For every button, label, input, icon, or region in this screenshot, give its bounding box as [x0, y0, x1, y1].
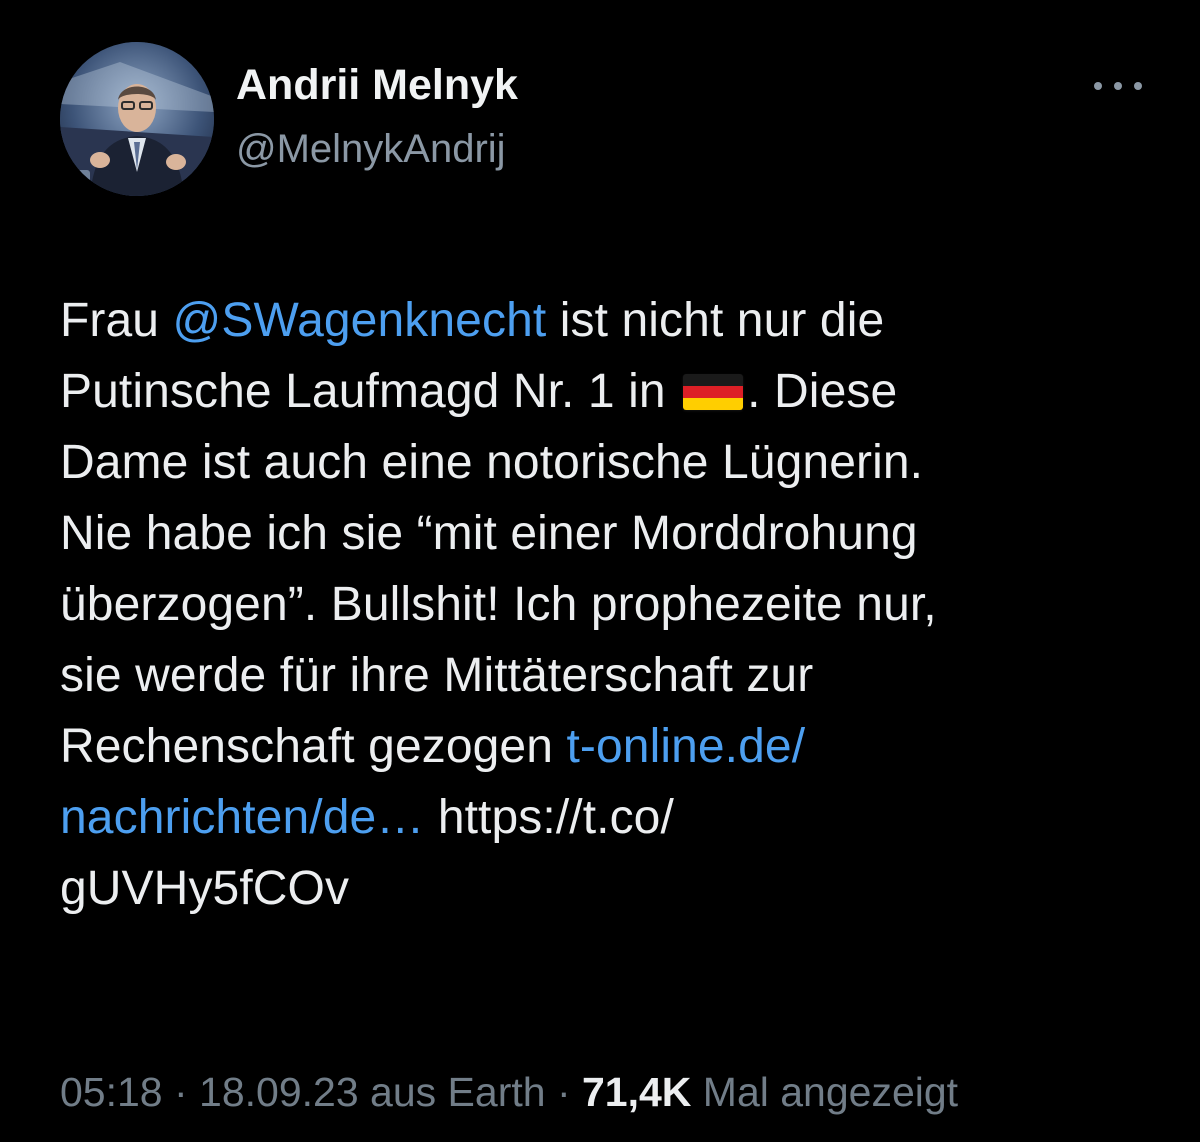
- tweet-text-segment: Frau: [60, 294, 173, 347]
- more-dot: [1114, 82, 1122, 90]
- tweet-text-segment: Rechenschaft gezogen: [60, 720, 567, 773]
- author-handle[interactable]: @MelnykAndrij: [236, 126, 506, 172]
- tweet-line-5: überzogen”. Bullshit! Ich prophezeite nu…: [60, 578, 937, 631]
- avatar[interactable]: [60, 42, 214, 196]
- tweet-line-2: Putinsche Laufmagd Nr. 1 in . Diese: [60, 356, 1180, 427]
- germany-flag-icon: [683, 374, 744, 410]
- tweet-date[interactable]: 18.09.23: [199, 1069, 359, 1115]
- tweet-line-4: Nie habe ich sie “mit einer Morddrohung: [60, 507, 918, 560]
- author-display-name[interactable]: Andrii Melnyk: [236, 60, 518, 110]
- meta-separator: ·: [162, 1069, 200, 1115]
- tweet-line-9: gUVHy5fCOv: [60, 862, 350, 915]
- tweet-line-6: sie werde für ihre Mittäterschaft zur: [60, 649, 814, 702]
- tweet-text-segment: . Diese: [747, 365, 898, 418]
- tweet-line-8: nachrichten/de… https://t.co/: [60, 782, 1180, 853]
- tweet-metadata: 05:18 · 18.09.23 aus Earth · 71,4K Mal a…: [60, 1062, 958, 1122]
- tweet-text: Frau @SWagenknecht ist nicht nur die Put…: [60, 285, 1180, 924]
- tweet-text-segment: Putinsche Laufmagd Nr. 1 in: [60, 365, 680, 418]
- tweet-line-1: Frau @SWagenknecht ist nicht nur die: [60, 285, 1180, 356]
- tweet-text-segment: ist nicht nur die: [546, 294, 885, 347]
- tweet-line-7: Rechenschaft gezogen t-online.de/: [60, 711, 1180, 782]
- short-url: https://t.co/: [424, 791, 674, 844]
- tweet-time[interactable]: 05:18: [60, 1069, 163, 1115]
- tweet-line-3: Dame ist auch eine notorische Lügnerin.: [60, 436, 924, 489]
- views-label: Mal angezeigt: [691, 1069, 959, 1115]
- tweet: Andrii Melnyk @MelnykAndrij Frau @SWagen…: [0, 0, 1200, 1142]
- more-dot: [1134, 82, 1142, 90]
- more-dot: [1094, 82, 1102, 90]
- article-link[interactable]: t-online.de/: [566, 720, 805, 773]
- avatar-photo: [60, 42, 214, 196]
- article-link-continued[interactable]: nachrichten/de…: [60, 791, 424, 844]
- more-options-icon[interactable]: [1094, 72, 1142, 100]
- meta-separator: ·: [545, 1069, 582, 1115]
- views-count[interactable]: 71,4K: [582, 1069, 691, 1115]
- mention-link[interactable]: @SWagenknecht: [173, 294, 547, 347]
- tweet-source: aus Earth: [358, 1069, 546, 1115]
